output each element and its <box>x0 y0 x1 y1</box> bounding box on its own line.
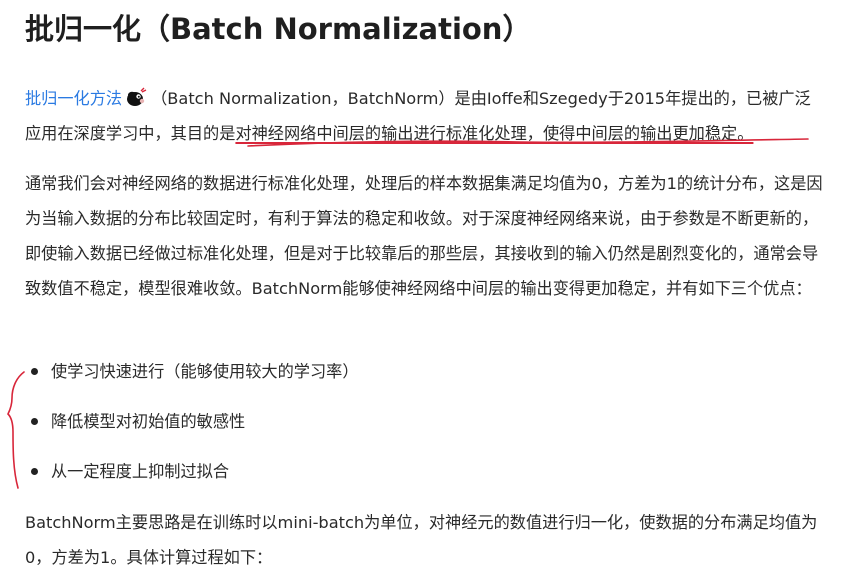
avatar-icon[interactable] <box>125 85 147 107</box>
batchnorm-method-link[interactable]: 批归一化方法 <box>25 89 122 108</box>
batchnorm-idea-paragraph: BatchNorm主要思路是在训练时以mini-batch为单位，对神经元的数值… <box>25 513 818 567</box>
bullet-icon <box>31 368 38 375</box>
list-item-text: 从一定程度上抑制过拟合 <box>51 462 230 481</box>
list-item-text: 降低模型对初始值的敏感性 <box>51 412 246 431</box>
page-title: 批归一化（Batch Normalization） <box>25 12 532 46</box>
advantages-list: 使学习快速进行（能够使用较大的学习率） 降低模型对初始值的敏感性 从一定程度上抑… <box>25 352 359 502</box>
bullet-icon <box>31 468 38 475</box>
highlighted-purpose: 对神经网络中间层的输出进行标准化处理，使得中间层的输出更加稳定。 <box>235 124 754 143</box>
bullet-icon <box>31 418 38 425</box>
normalization-paragraph: 通常我们会对神经网络的数据进行标准化处理，处理后的样本数据集满足均值为0，方差为… <box>25 174 823 298</box>
intro-paragraph: 批归一化方法 （Batch Normalization，BatchNorm）是由I… <box>25 81 825 151</box>
list-item: 降低模型对初始值的敏感性 <box>25 402 359 452</box>
list-item: 使学习快速进行（能够使用较大的学习率） <box>25 352 359 402</box>
list-item: 从一定程度上抑制过拟合 <box>25 452 359 502</box>
curly-brace-annotation <box>7 371 25 489</box>
list-item-text: 使学习快速进行（能够使用较大的学习率） <box>51 362 359 381</box>
